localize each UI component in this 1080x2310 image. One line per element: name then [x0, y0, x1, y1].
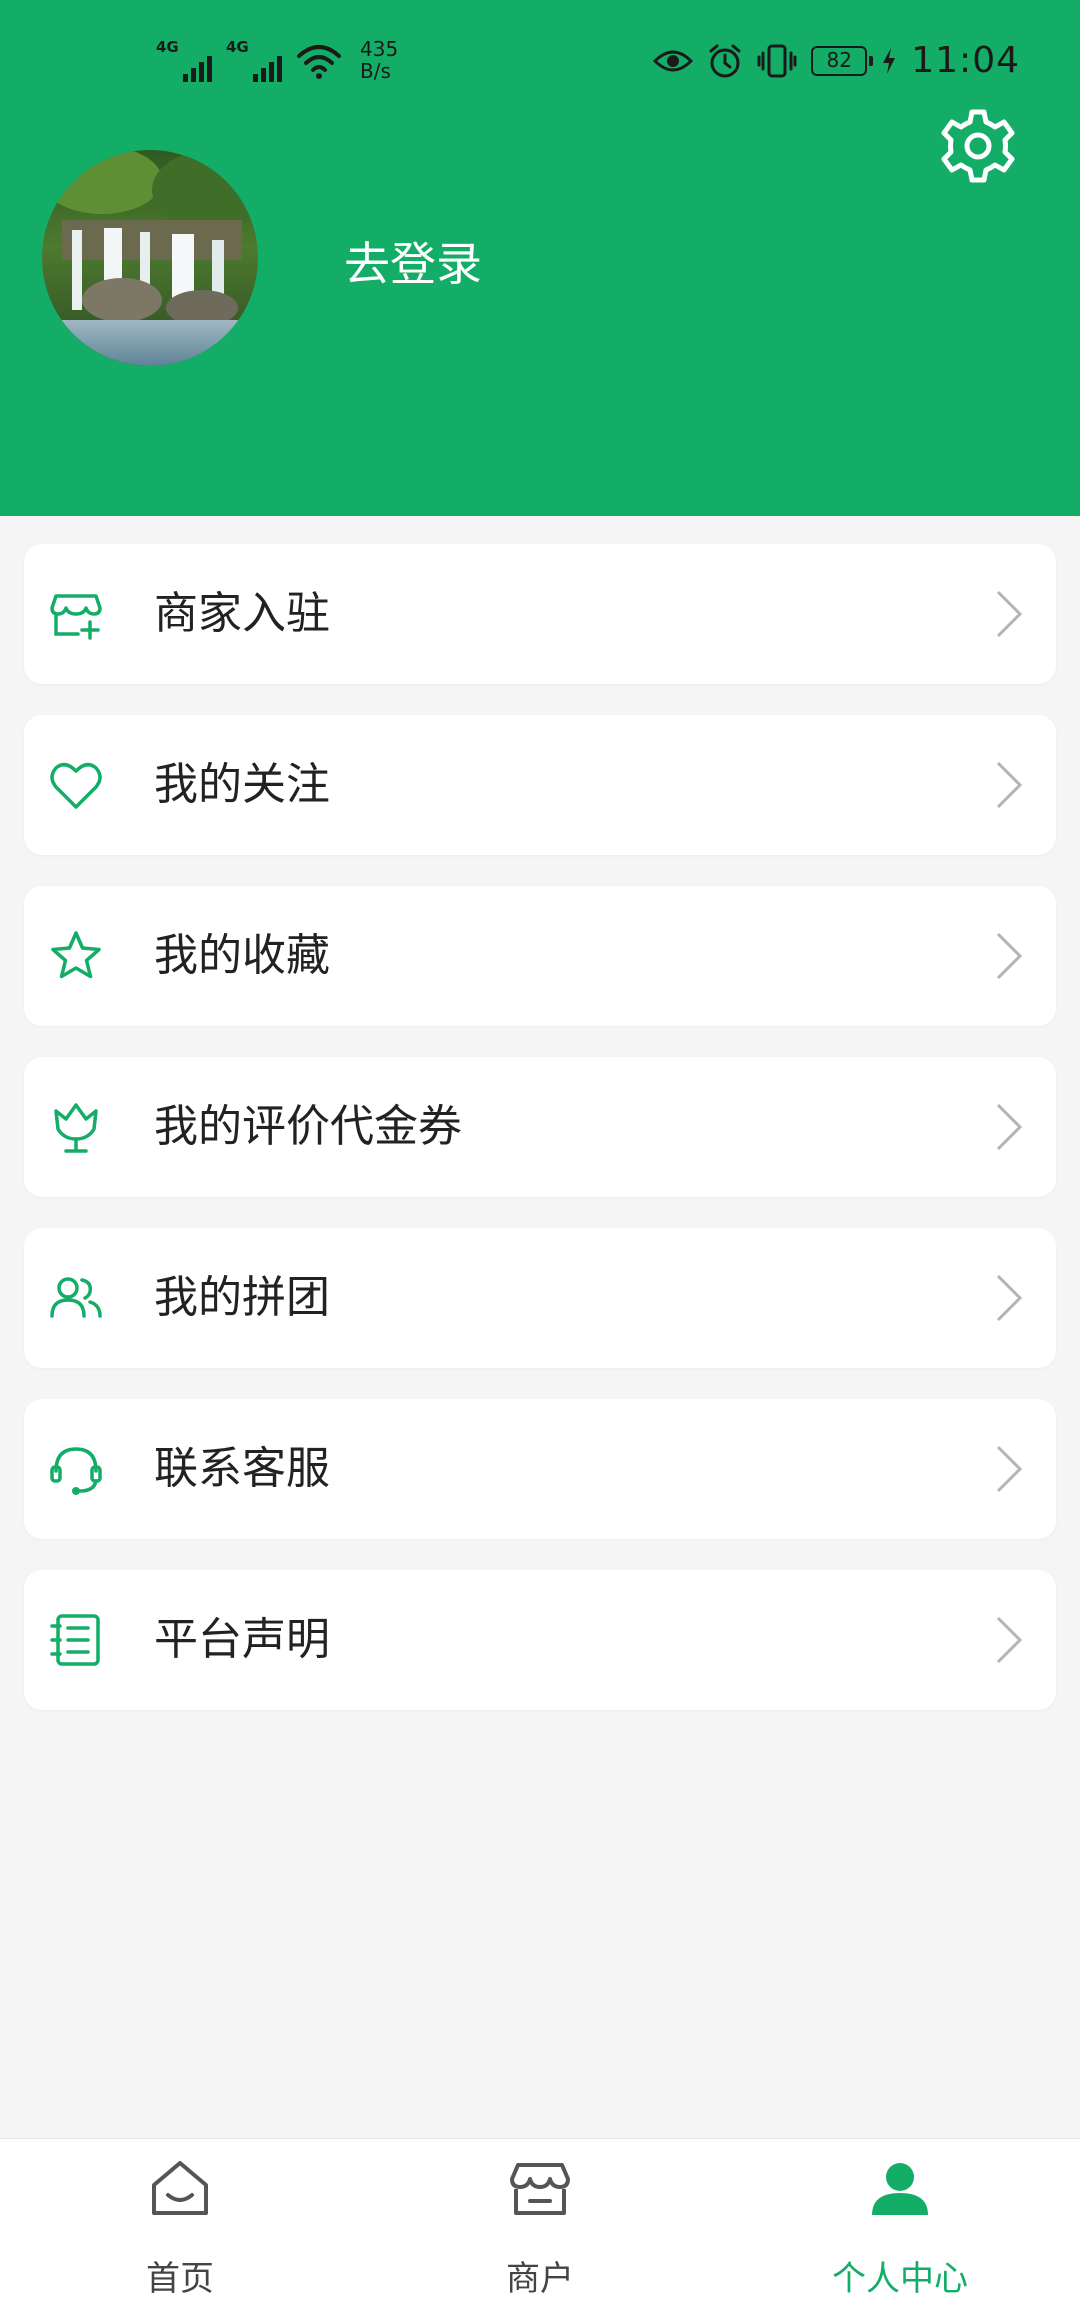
menu-item-merchant-join[interactable]: 商家入驻	[24, 544, 1056, 684]
menu-item-group-buying[interactable]: 我的拼团	[24, 1228, 1056, 1368]
tab-label: 商户	[506, 2259, 574, 2299]
vibrate-icon	[757, 44, 797, 77]
menu-item-review-vouchers[interactable]: 我的评价代金券	[24, 1057, 1056, 1197]
signal-1-type: 4G	[156, 38, 179, 56]
tab-home[interactable]: 首页	[0, 2139, 360, 2310]
chevron-right-icon	[996, 761, 1023, 809]
menu-item-customer-service[interactable]: 联系客服	[24, 1399, 1056, 1539]
chevron-right-icon	[996, 1103, 1023, 1151]
chevron-right-icon	[996, 1616, 1023, 1664]
group-icon	[48, 1270, 104, 1326]
bottom-tab-bar: 首页 商户 个人中心	[0, 2138, 1080, 2310]
home-icon	[148, 2157, 212, 2221]
heart-icon	[48, 757, 104, 813]
menu-item-my-favorites[interactable]: 我的收藏	[24, 886, 1056, 1026]
menu-list: 商家入驻 我的关注 我的收藏 我的评价代金券 我的拼团 联系客服 平台声明	[24, 544, 1056, 1741]
tab-merchants[interactable]: 商户	[360, 2139, 720, 2310]
gear-icon	[941, 109, 1015, 183]
profile-header: 4G 4G 435 B/s 82 11:04 去登录	[0, 0, 1080, 516]
menu-label: 商家入驻	[154, 588, 330, 639]
shop-icon	[508, 2157, 572, 2221]
tab-label: 首页	[146, 2259, 214, 2299]
signal-2-type: 4G	[226, 38, 249, 56]
net-speed-value: 435	[360, 37, 399, 61]
person-icon	[868, 2157, 932, 2221]
status-time: 11:04	[911, 40, 1020, 81]
chevron-right-icon	[996, 1445, 1023, 1493]
battery-icon: 82	[811, 45, 874, 76]
wifi-icon	[297, 45, 341, 79]
net-speed: 435 B/s	[360, 38, 398, 82]
status-bar: 4G 4G 435 B/s 82 11:04	[0, 0, 1080, 120]
battery-level: 82	[826, 47, 852, 72]
settings-button[interactable]	[938, 106, 1018, 186]
chevron-right-icon	[996, 1274, 1023, 1322]
menu-label: 我的拼团	[154, 1272, 330, 1323]
signal-1-icon: 4G	[156, 38, 212, 82]
menu-label: 我的收藏	[154, 930, 330, 981]
net-speed-unit: B/s	[360, 59, 391, 83]
avatar[interactable]	[42, 150, 258, 366]
star-icon	[48, 928, 104, 984]
store-add-icon	[48, 586, 104, 642]
headset-icon	[48, 1441, 104, 1497]
menu-label: 联系客服	[154, 1443, 330, 1494]
tab-profile[interactable]: 个人中心	[720, 2139, 1080, 2310]
menu-item-platform-statement[interactable]: 平台声明	[24, 1570, 1056, 1710]
alarm-icon	[709, 44, 741, 77]
chevron-right-icon	[996, 590, 1023, 638]
status-left: 4G 4G 435 B/s	[156, 38, 398, 82]
signal-2-icon: 4G	[226, 38, 282, 82]
chevron-right-icon	[996, 932, 1023, 980]
eye-icon	[653, 50, 694, 71]
status-right: 82 11:04	[653, 40, 1020, 81]
tulip-icon	[48, 1099, 104, 1155]
login-link[interactable]: 去登录	[344, 228, 482, 294]
document-icon	[48, 1612, 104, 1668]
tab-label: 个人中心	[832, 2259, 968, 2299]
waterfall-avatar-image	[42, 150, 258, 366]
menu-label: 平台声明	[154, 1614, 330, 1665]
charging-icon	[883, 47, 896, 74]
menu-item-my-follows[interactable]: 我的关注	[24, 715, 1056, 855]
menu-label: 我的关注	[154, 759, 330, 810]
menu-label: 我的评价代金券	[154, 1101, 462, 1152]
